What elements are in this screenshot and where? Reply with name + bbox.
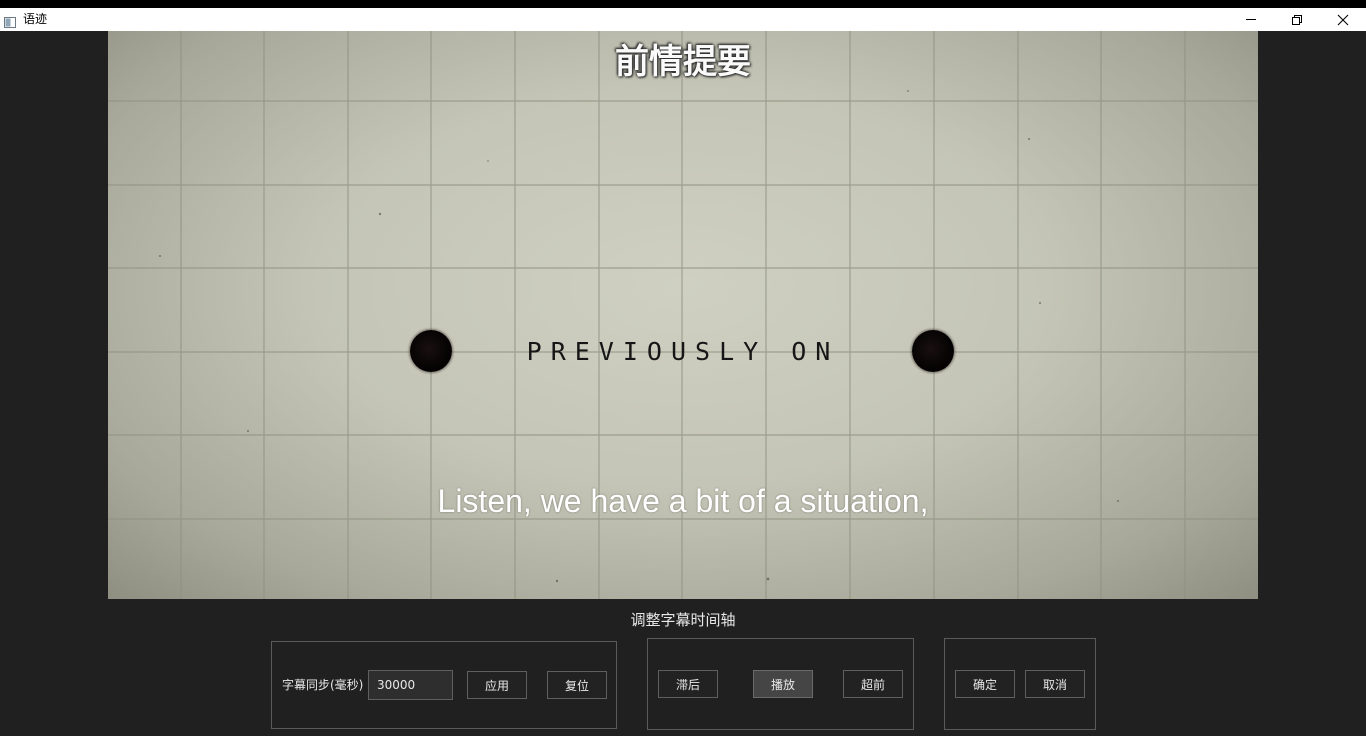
subtitle-top: 前情提要 — [615, 42, 751, 82]
restore-button[interactable] — [1274, 8, 1320, 31]
window-title: 语迹 — [23, 12, 48, 26]
delay-button[interactable]: 滞后 — [658, 670, 718, 698]
reset-button[interactable]: 复位 — [547, 671, 607, 699]
app-window-icon — [4, 13, 16, 28]
play-button[interactable]: 播放 — [753, 670, 813, 698]
sync-group: 字幕同步(毫秒) 30000 应用 复位 — [271, 641, 617, 729]
confirm-group: 确定 取消 — [944, 638, 1096, 730]
ok-button[interactable]: 确定 — [955, 670, 1015, 698]
playback-group: 滞后 播放 超前 — [647, 638, 914, 730]
close-button[interactable] — [1320, 8, 1366, 31]
top-edge — [0, 0, 1366, 8]
timeline-panel-title: 调整字幕时间轴 — [630, 611, 736, 629]
title-bar: 语迹 — [0, 8, 1366, 31]
video-on-screen-text: PREVIOUSLY ON — [526, 337, 840, 366]
restore-icon — [1292, 15, 1302, 25]
video-player[interactable]: PREVIOUSLY ON 前情提要 Listen, we have a bit… — [108, 31, 1258, 599]
minimize-button[interactable] — [1228, 8, 1274, 31]
advance-button[interactable]: 超前 — [843, 670, 903, 698]
apply-button[interactable]: 应用 — [467, 671, 527, 699]
minimize-icon — [1246, 19, 1256, 20]
cancel-button[interactable]: 取消 — [1025, 670, 1085, 698]
subtitle-bottom: Listen, we have a bit of a situation, — [437, 483, 929, 519]
sync-offset-input[interactable]: 30000 — [368, 670, 453, 700]
sync-offset-label: 字幕同步(毫秒) — [282, 678, 364, 692]
close-icon — [1337, 14, 1349, 26]
